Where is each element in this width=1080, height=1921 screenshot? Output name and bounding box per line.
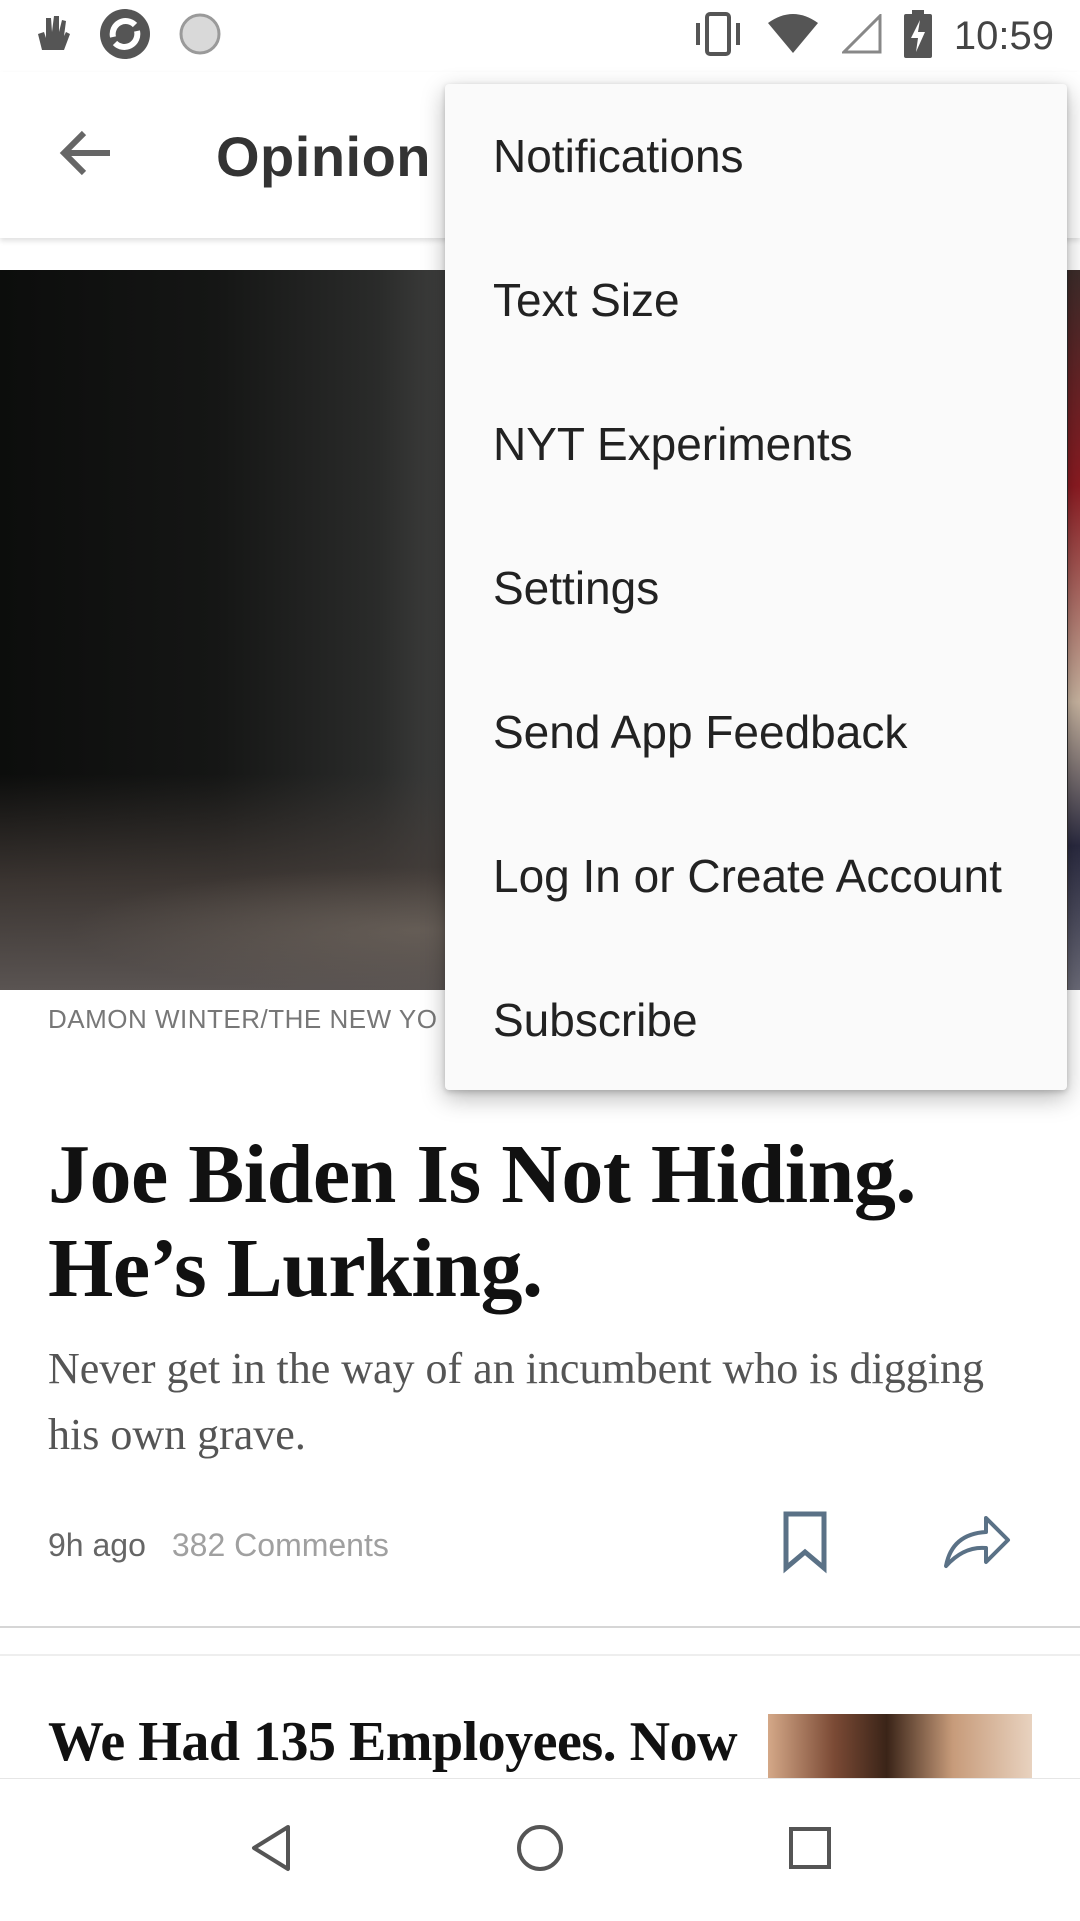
nav-recents-icon	[788, 1826, 832, 1875]
menu-item-notifications[interactable]: Notifications	[445, 84, 1067, 228]
menu-item-label: Subscribe	[493, 994, 698, 1046]
bookmark-icon	[778, 1511, 832, 1578]
vibrate-icon	[692, 11, 744, 62]
system-nav-bar	[0, 1778, 1080, 1921]
app-sync-icon	[98, 7, 152, 66]
article-headline[interactable]: Joe Biden Is Not Hiding. He’s Lurking.	[48, 1128, 1038, 1316]
status-bar: 10:59	[0, 0, 1080, 72]
nav-back-icon	[248, 1823, 294, 1878]
section-divider	[0, 1626, 1080, 1628]
menu-item-label: Notifications	[493, 130, 744, 182]
menu-item-label: Text Size	[493, 274, 680, 326]
menu-item-subscribe[interactable]: Subscribe	[445, 948, 1067, 1092]
battery-charging-icon	[903, 9, 932, 63]
share-arrow-icon	[942, 1516, 1012, 1576]
adjacent-image-edge	[1068, 270, 1080, 990]
menu-item-settings[interactable]: Settings	[445, 516, 1067, 660]
status-left-icons	[32, 8, 222, 64]
overflow-menu: Notifications Text Size NYT Experiments …	[445, 84, 1067, 1090]
back-button[interactable]	[50, 122, 120, 188]
status-right-icons: 10:59	[692, 8, 1054, 64]
menu-item-nyt-experiments[interactable]: NYT Experiments	[445, 372, 1067, 516]
article-time: 9h ago	[48, 1526, 146, 1563]
article-meta: 9h ago 382 Comments	[48, 1520, 389, 1570]
loading-circle-icon	[178, 12, 222, 61]
next-article-thumbnail[interactable]	[768, 1714, 1032, 1780]
nav-recents-button[interactable]	[775, 1815, 845, 1885]
menu-item-log-in[interactable]: Log In or Create Account	[445, 804, 1067, 948]
nav-back-button[interactable]	[236, 1815, 306, 1885]
comments-link[interactable]: 382 Comments	[172, 1527, 389, 1564]
nav-home-button[interactable]	[505, 1815, 575, 1885]
nav-home-icon	[515, 1823, 565, 1878]
page-title: Opinion	[216, 125, 432, 188]
photo-credit: DAMON WINTER/THE NEW YO	[48, 1004, 438, 1034]
touch-gesture-icon	[32, 10, 72, 63]
menu-item-label: Send App Feedback	[493, 706, 908, 758]
share-button[interactable]	[942, 1512, 1012, 1572]
arrow-left-icon	[58, 129, 112, 182]
menu-item-send-feedback[interactable]: Send App Feedback	[445, 660, 1067, 804]
bookmark-button[interactable]	[778, 1510, 832, 1574]
wifi-icon	[766, 13, 820, 60]
menu-item-label: Log In or Create Account	[493, 850, 1002, 902]
cell-signal-icon	[840, 11, 882, 59]
next-article-headline[interactable]: We Had 135 Employees. Now	[48, 1710, 738, 1774]
menu-item-label: NYT Experiments	[493, 418, 853, 470]
menu-item-text-size[interactable]: Text Size	[445, 228, 1067, 372]
section-divider-light	[0, 1654, 1080, 1656]
article-summary: Never get in the way of an incumbent who…	[48, 1344, 985, 1459]
status-time: 10:59	[953, 13, 1054, 58]
menu-item-label: Settings	[493, 562, 660, 614]
